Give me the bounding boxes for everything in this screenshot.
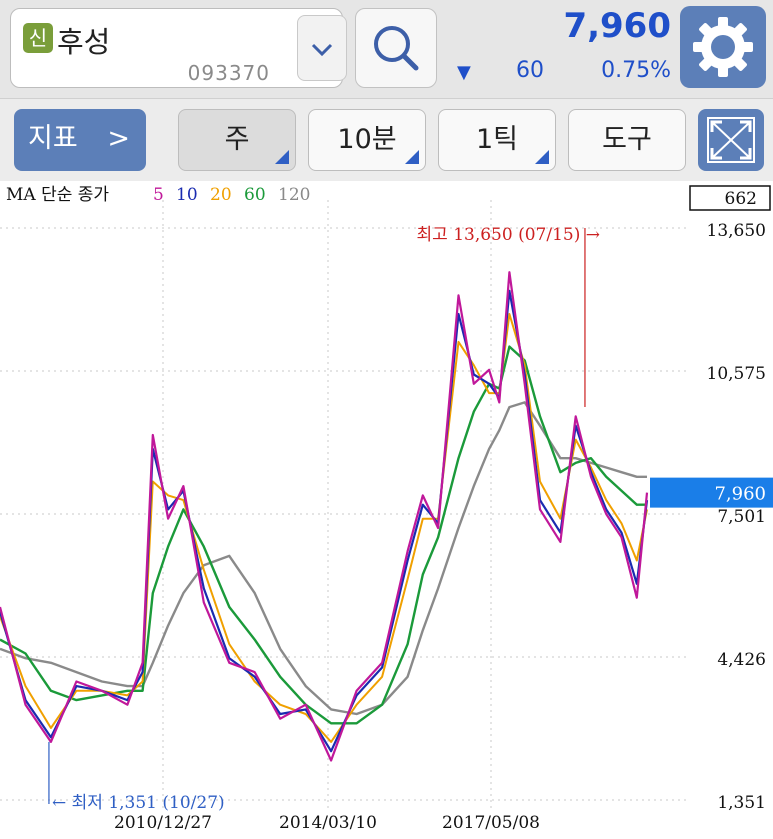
high-annotation: 최고 13,650 (07/15) →	[417, 225, 600, 245]
current-price-tag-label: 7,960	[714, 484, 766, 505]
ma-legend-10: 10	[176, 185, 198, 205]
tab-10min-label: 10분	[337, 124, 397, 155]
y-tick-label: 1,351	[717, 793, 766, 813]
tab-weekly-label: 주	[224, 124, 250, 155]
tab-1tick[interactable]: 1틱	[438, 109, 556, 171]
x-tick-label: 2017/05/08	[442, 813, 540, 833]
corner-triangle-icon	[535, 150, 549, 164]
price-change-percent: 0.75%	[601, 58, 671, 83]
chevron-right-icon: >	[107, 123, 130, 154]
current-price: 7,960	[563, 6, 671, 46]
corner-triangle-icon	[275, 150, 289, 164]
stock-selector[interactable]: 신 후성 093370	[10, 8, 347, 88]
stock-dropdown-button[interactable]	[297, 15, 347, 81]
y-tick-label: 10,575	[707, 364, 766, 384]
low-annotation: ← 최저 1,351 (10/27)	[52, 793, 225, 813]
stock-name: 후성	[57, 25, 111, 59]
ma-60-line	[0, 345, 647, 725]
value-box-text: 662	[725, 189, 757, 209]
ma-120-line	[0, 401, 647, 716]
expand-icon	[707, 117, 755, 163]
shin-badge-icon: 신	[23, 23, 53, 53]
stock-header: 신 후성 093370 7,960 ▼ 60 0.75%	[0, 0, 773, 98]
ma-legend-120: 120	[278, 185, 310, 205]
y-tick-label: 4,426	[717, 650, 766, 670]
chevron-down-icon	[311, 43, 333, 57]
indicator-label: 지표	[28, 123, 78, 154]
y-tick-label: 13,650	[707, 221, 766, 241]
ma-legend-5: 5	[153, 185, 164, 205]
stock-code: 093370	[187, 61, 270, 85]
price-change: 60	[516, 58, 544, 83]
y-tick-label: 7,501	[717, 507, 766, 527]
settings-button[interactable]	[680, 6, 766, 88]
price-chart[interactable]: MA 단순 종가 5 10 20 60 120 662 13,650 10,575 7,501 4,…	[0, 180, 773, 839]
ma-legend-20: 20	[210, 185, 232, 205]
tab-1tick-label: 1틱	[475, 124, 519, 155]
down-arrow-icon: ▼	[457, 62, 471, 83]
fullscreen-button[interactable]	[698, 109, 764, 171]
ma-20-line	[0, 313, 648, 743]
search-icon	[374, 26, 419, 71]
x-tick-label: 2010/12/27	[114, 813, 212, 833]
tab-weekly[interactable]: 주	[178, 109, 296, 171]
tools-label: 도구	[602, 124, 652, 155]
corner-triangle-icon	[405, 150, 419, 164]
ma-legend-title: MA 단순 종가	[6, 185, 109, 205]
chart-toolbar: 지표 > 주 10분 1틱 도구	[0, 98, 773, 181]
ma-legend-60: 60	[244, 185, 266, 205]
ma-10-line	[0, 289, 649, 753]
tab-10min[interactable]: 10분	[308, 109, 426, 171]
indicator-button[interactable]: 지표 >	[14, 109, 146, 171]
search-button[interactable]	[355, 8, 437, 88]
gear-icon	[693, 17, 753, 77]
x-tick-label: 2014/03/10	[279, 813, 377, 833]
tools-button[interactable]: 도구	[568, 109, 686, 171]
